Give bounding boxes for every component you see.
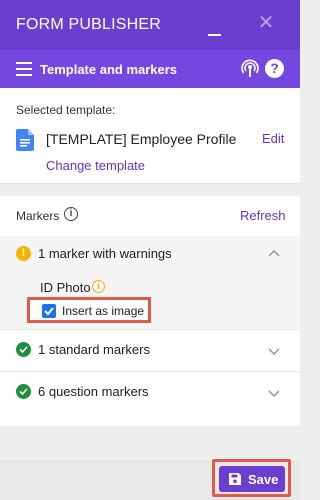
template-name: [TEMPLATE] Employee Profile (46, 131, 237, 147)
save-icon (228, 472, 242, 486)
header-title: Template and markers (40, 62, 178, 77)
insert-as-image-label[interactable]: Insert as image (62, 304, 144, 318)
field-warning-icon[interactable]: i (92, 280, 105, 293)
chevron-down-icon[interactable] (268, 386, 280, 398)
markers-panel: Markers i Refresh ! 1 marker with warnin… (0, 196, 300, 426)
markers-label: Markers (16, 209, 60, 223)
app-title: FORM PUBLISHER (16, 16, 162, 33)
minimize-icon[interactable] (207, 22, 223, 38)
edit-template-link[interactable]: Edit (262, 131, 284, 146)
podcast-icon[interactable] (240, 59, 260, 79)
chevron-up-icon[interactable] (268, 247, 280, 259)
check-circle-icon (16, 342, 31, 357)
warnings-section[interactable]: ! 1 marker with warnings ID Photo i Inse… (0, 236, 300, 329)
standard-markers-row[interactable]: 1 standard markers (0, 329, 300, 369)
save-label: Save (248, 472, 279, 487)
header-bar: Template and markers ? (0, 50, 300, 88)
insert-as-image-checkbox[interactable] (42, 304, 56, 318)
save-button[interactable]: Save (219, 466, 285, 492)
selected-template-label: Selected template: (16, 103, 116, 117)
warning-icon: ! (16, 246, 31, 261)
change-template-link[interactable]: Change template (46, 158, 145, 173)
question-markers-row[interactable]: 6 question markers (0, 371, 300, 411)
google-doc-icon (16, 129, 34, 151)
check-circle-icon (16, 384, 31, 399)
refresh-link[interactable]: Refresh (240, 208, 286, 223)
standard-markers-label: 1 standard markers (38, 342, 150, 357)
chevron-down-icon[interactable] (268, 344, 280, 356)
help-icon[interactable]: ? (265, 59, 284, 78)
template-card: Selected template: [TEMPLATE] Employee P… (0, 88, 300, 184)
insert-as-image-highlight: Insert as image (27, 297, 151, 323)
field-name: ID Photo (40, 280, 91, 295)
menu-icon[interactable] (16, 62, 32, 76)
warnings-title: 1 marker with warnings (38, 246, 172, 261)
question-markers-label: 6 question markers (38, 384, 149, 399)
title-bar: FORM PUBLISHER ✕ (0, 0, 300, 50)
close-icon[interactable]: ✕ (256, 13, 276, 33)
info-icon[interactable]: i (64, 207, 78, 221)
